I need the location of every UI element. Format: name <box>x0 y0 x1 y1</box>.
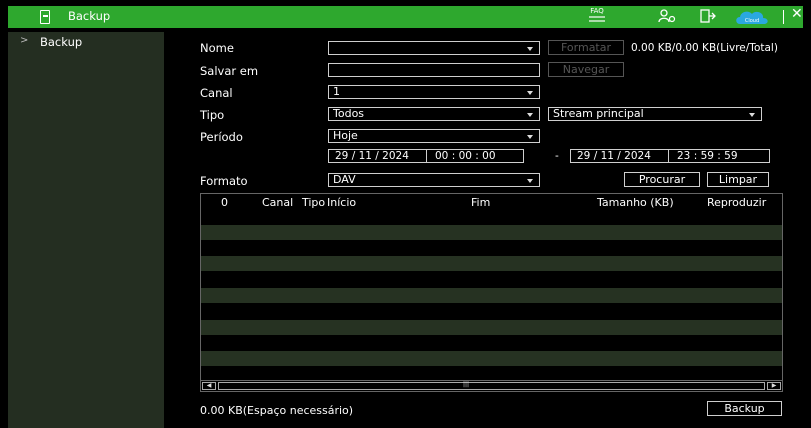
results-table: 0 Canal Tipo Início Fim Tamanho (KB) Rep… <box>200 193 783 392</box>
start-datetime-field[interactable]: 29 / 11 / 2024 00 : 00 : 00 <box>328 149 524 163</box>
table-row[interactable] <box>201 304 782 319</box>
backup-icon <box>40 10 50 24</box>
table-row[interactable] <box>201 256 782 271</box>
chevron-down-icon <box>527 91 533 95</box>
cloud-icon[interactable]: Cloud <box>734 8 770 26</box>
scroll-left-icon[interactable]: ◀ <box>202 382 216 390</box>
capacity-text: 0.00 KB/0.00 KB(Livre/Total) <box>631 42 778 54</box>
title-bar: Backup FAQ Cloud ✕ <box>0 0 811 32</box>
formato-select[interactable]: DAV <box>328 173 540 187</box>
chevron-down-icon <box>527 47 533 51</box>
end-time[interactable]: 23 : 59 : 59 <box>677 150 738 162</box>
formato-label: Formato <box>200 174 248 188</box>
table-row[interactable] <box>201 351 782 366</box>
space-needed-text: 0.00 KB(Espaço necessário) <box>200 404 354 417</box>
chevron-right-icon: > <box>20 35 29 46</box>
chevron-down-icon <box>749 113 755 117</box>
salvar-em-field[interactable] <box>328 63 540 77</box>
canal-label: Canal <box>200 86 233 100</box>
nome-label: Nome <box>200 41 234 55</box>
col-select-all[interactable]: 0 <box>221 196 228 209</box>
end-date[interactable]: 29 / 11 / 2024 <box>577 150 651 162</box>
title-divider <box>783 10 784 24</box>
table-row[interactable] <box>201 288 782 303</box>
end-datetime-field[interactable]: 29 / 11 / 2024 23 : 59 : 59 <box>570 149 770 163</box>
table-row[interactable] <box>201 272 782 287</box>
scroll-right-icon[interactable]: ▶ <box>767 382 781 390</box>
table-row[interactable] <box>201 240 782 255</box>
col-canal: Canal <box>262 196 294 209</box>
table-row[interactable] <box>201 336 782 351</box>
logout-icon[interactable] <box>700 9 716 23</box>
formatar-button[interactable]: Formatar <box>548 40 624 55</box>
tipo-label: Tipo <box>200 108 225 122</box>
scrollbar-grip-icon: ||| <box>463 381 470 388</box>
scrollbar-thumb[interactable] <box>218 382 765 390</box>
range-separator: - <box>555 150 559 162</box>
col-inicio: Início <box>327 196 357 209</box>
table-row[interactable] <box>201 320 782 335</box>
periodo-value: Hoje <box>333 129 358 142</box>
chevron-down-icon <box>527 179 533 183</box>
horizontal-scrollbar[interactable]: ◀ ||| ▶ <box>201 380 782 391</box>
stream-value: Stream principal <box>553 107 644 120</box>
start-date[interactable]: 29 / 11 / 2024 <box>335 150 409 162</box>
chevron-down-icon <box>527 135 533 139</box>
title-bar-background <box>8 6 803 28</box>
formato-value: DAV <box>333 173 356 186</box>
close-icon[interactable]: ✕ <box>791 6 803 22</box>
sidebar-item-backup[interactable]: > Backup <box>8 32 164 52</box>
cloud-label: Cloud <box>745 18 759 24</box>
chevron-down-icon <box>527 113 533 117</box>
sidebar: > Backup <box>8 32 164 428</box>
nome-select[interactable] <box>328 41 540 55</box>
canal-value: 1 <box>333 85 340 98</box>
backup-button[interactable]: Backup <box>707 401 782 416</box>
sidebar-item-label: Backup <box>40 35 83 49</box>
navegar-button[interactable]: Navegar <box>548 62 624 77</box>
faq-label: FAQ <box>590 7 604 15</box>
user-settings-icon[interactable] <box>658 9 676 23</box>
tipo-value: Todos <box>333 107 365 120</box>
window-title: Backup <box>68 9 111 23</box>
canal-select[interactable]: 1 <box>328 85 540 99</box>
col-fim: Fim <box>471 196 491 209</box>
table-row[interactable] <box>201 225 782 240</box>
limpar-button[interactable]: Limpar <box>707 172 769 187</box>
salvar-em-label: Salvar em <box>200 64 259 78</box>
periodo-select[interactable]: Hoje <box>328 129 540 143</box>
table-row[interactable] <box>201 210 782 225</box>
table-row[interactable] <box>201 366 782 381</box>
start-time[interactable]: 00 : 00 : 00 <box>435 150 496 162</box>
stream-select[interactable]: Stream principal <box>548 107 762 121</box>
procurar-button[interactable]: Procurar <box>624 172 700 187</box>
faq-icon-lines <box>589 16 605 22</box>
col-tamanho: Tamanho (KB) <box>597 196 674 209</box>
tipo-select[interactable]: Todos <box>328 107 540 121</box>
datetime-divider <box>426 150 427 162</box>
col-reproduzir: Reproduzir <box>707 196 767 209</box>
periodo-label: Período <box>200 130 243 144</box>
faq-icon[interactable]: FAQ <box>588 8 606 24</box>
col-tipo: Tipo <box>302 196 326 209</box>
datetime-divider <box>668 150 669 162</box>
